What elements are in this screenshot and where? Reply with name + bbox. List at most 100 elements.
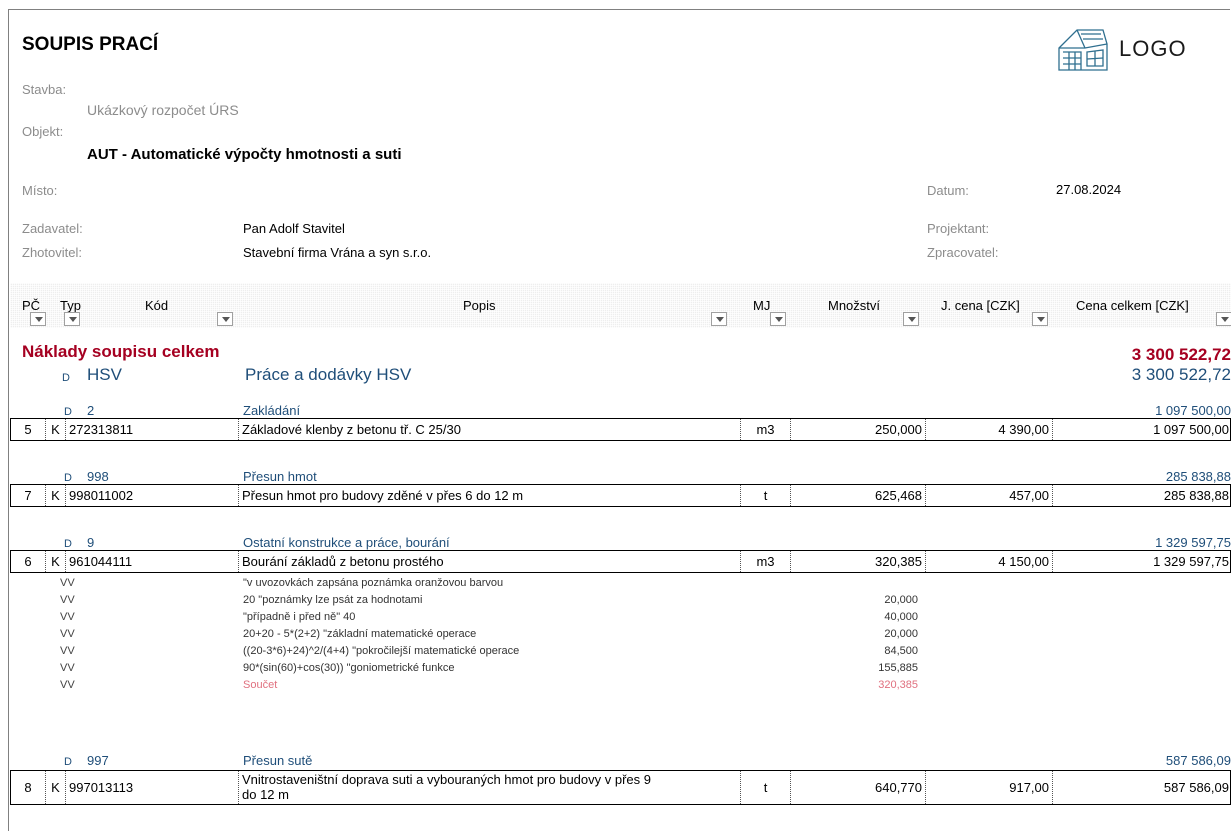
vv-tag: VV <box>60 645 75 657</box>
group-value: 1 329 597,75 <box>1155 535 1231 550</box>
hsv-title: Práce a dodávky HSV <box>245 365 412 384</box>
vv-sum-label: Součet <box>243 679 278 691</box>
cell-jcena: 917,00 <box>926 771 1053 804</box>
cell-popis: Přesun hmot pro budovy zděné v přes 6 do… <box>239 485 741 506</box>
vv-text: 90*(sin(60)+cos(30)) "goniometrické funk… <box>243 662 455 674</box>
group-value: 587 586,09 <box>1165 753 1231 768</box>
filter-jcena-button[interactable] <box>1032 312 1048 326</box>
table-row[interactable]: 6 K 961044111 Bourání základů z betonu p… <box>10 550 1231 573</box>
group-type: D <box>64 472 72 484</box>
cell-typ: K <box>46 485 66 506</box>
cell-mj: t <box>741 485 791 506</box>
filter-mj-button[interactable] <box>770 312 786 326</box>
cell-cena: 285 838,88 <box>1163 488 1229 503</box>
cell-pc: 7 <box>11 485 46 506</box>
group-title: Přesun sutě <box>243 753 313 768</box>
group-code: 9 <box>87 535 95 550</box>
col-mnozstvi: Množství <box>828 298 881 313</box>
vv-value: 155,885 <box>878 662 918 674</box>
vv-tag: VV <box>60 679 75 691</box>
hsv-code: HSV <box>87 365 122 384</box>
col-mj: MJ <box>753 298 771 313</box>
totals-label: Náklady soupisu celkem <box>22 342 220 361</box>
filter-mnozstvi-button[interactable] <box>903 312 919 326</box>
vv-text: 20 "poznámky lze psát za hodnotami <box>243 594 423 606</box>
cell-cena: 1 097 500,00 <box>1153 422 1229 437</box>
cell-jcena: 457,00 <box>926 485 1053 506</box>
zadavatel-label: Zadavatel: <box>22 221 83 236</box>
table-row[interactable]: 5 K 272313811 Základové klenby z betonu … <box>10 418 1231 441</box>
group-type: D <box>64 538 72 550</box>
cell-mnozstvi: 320,385 <box>791 551 926 572</box>
datum-label: Datum: <box>927 183 969 198</box>
cell-pc: 5 <box>11 419 46 440</box>
col-jcena: J. cena [CZK] <box>941 298 1020 313</box>
zhotovitel-label: Zhotovitel: <box>22 245 82 260</box>
misto-label: Místo: <box>22 183 58 198</box>
stavba-label: Stavba: <box>22 82 67 97</box>
cell-popis-line2: do 12 m <box>242 787 289 802</box>
cell-popis-line1: Vnitrostaveništní doprava suti a vyboura… <box>242 772 651 787</box>
vv-text: "případně i před ně" 40 <box>243 611 356 623</box>
cell-pc: 8 <box>11 771 46 804</box>
hsv-value: 3 300 522,72 <box>1131 365 1231 384</box>
vv-text: 20+20 - 5*(2+2) "základní matematické op… <box>243 628 477 640</box>
cell-kod: 997013113 <box>66 771 239 804</box>
cell-typ: K <box>46 419 66 440</box>
vv-sum-value: 320,385 <box>878 679 918 691</box>
stavba-value: Ukázkový rozpočet ÚRS <box>87 102 239 118</box>
objekt-value: AUT - Automatické výpočty hmotnosti a su… <box>87 146 402 163</box>
cell-popis: Vnitrostaveništní doprava suti a vyboura… <box>239 771 741 804</box>
group-code: 997 <box>87 753 109 768</box>
vv-tag: VV <box>60 662 75 674</box>
cell-mnozstvi: 640,770 <box>791 771 926 804</box>
totals-value: 3 300 522,72 <box>1131 345 1231 364</box>
group-title: Přesun hmot <box>243 469 317 484</box>
zhotovitel-value: Stavební firma Vrána a syn s.r.o. <box>243 245 432 260</box>
filter-popis-button[interactable] <box>711 312 727 326</box>
objekt-label: Objekt: <box>22 124 64 139</box>
cell-pc: 6 <box>11 551 46 572</box>
col-popis: Popis <box>463 298 496 313</box>
logo-text: LOGO <box>1119 36 1187 61</box>
cell-mj: t <box>741 771 791 804</box>
group-value: 285 838,88 <box>1165 469 1231 484</box>
datum-value: 27.08.2024 <box>1056 182 1122 197</box>
group-type: D <box>64 406 72 418</box>
cell-mj: m3 <box>741 551 791 572</box>
vv-value: 40,000 <box>884 611 918 623</box>
filter-typ-button[interactable] <box>64 312 80 326</box>
cell-mnozstvi: 625,468 <box>791 485 926 506</box>
cell-popis: Základové klenby z betonu tř. C 25/30 <box>239 419 741 440</box>
vv-value: 20,000 <box>884 628 918 640</box>
vv-value: 84,500 <box>884 645 918 657</box>
cell-kod: 272313811 <box>66 419 239 440</box>
filter-cena-button[interactable] <box>1216 312 1231 326</box>
col-typ: Typ <box>60 298 81 313</box>
vv-tag: VV <box>60 594 75 606</box>
hsv-type: D <box>62 372 70 384</box>
projektant-label: Projektant: <box>927 221 990 236</box>
vv-tag: VV <box>60 628 75 640</box>
cell-popis: Bourání základů z betonu prostého <box>239 551 741 572</box>
logo: LOGO <box>1057 26 1187 72</box>
filter-kod-button[interactable] <box>217 312 233 326</box>
col-pc: PČ <box>22 298 41 313</box>
table-row[interactable]: 8 K 997013113 Vnitrostaveništní doprava … <box>10 770 1231 805</box>
zadavatel-value: Pan Adolf Stavitel <box>243 221 345 236</box>
column-header-row: PČ Typ Kód Popis MJ Množství J. cena [CZ… <box>10 283 1231 328</box>
table-row[interactable]: 7 K 998011002 Přesun hmot pro budovy zdě… <box>10 484 1231 507</box>
cell-kod: 998011002 <box>66 485 239 506</box>
group-value: 1 097 500,00 <box>1155 403 1231 418</box>
group-title: Ostatní konstrukce a práce, bourání <box>243 535 450 550</box>
zpracovatel-label: Zpracovatel: <box>927 245 999 260</box>
group-type: D <box>64 756 72 768</box>
cell-jcena: 4 390,00 <box>926 419 1053 440</box>
page-title: SOUPIS PRACÍ <box>22 34 159 55</box>
col-kod: Kód <box>145 298 169 313</box>
filter-pc-button[interactable] <box>30 312 46 326</box>
vv-tag: VV <box>60 611 75 623</box>
cell-mj: m3 <box>741 419 791 440</box>
group-title: Zakládání <box>243 403 301 418</box>
cell-cena: 587 586,09 <box>1163 780 1229 795</box>
